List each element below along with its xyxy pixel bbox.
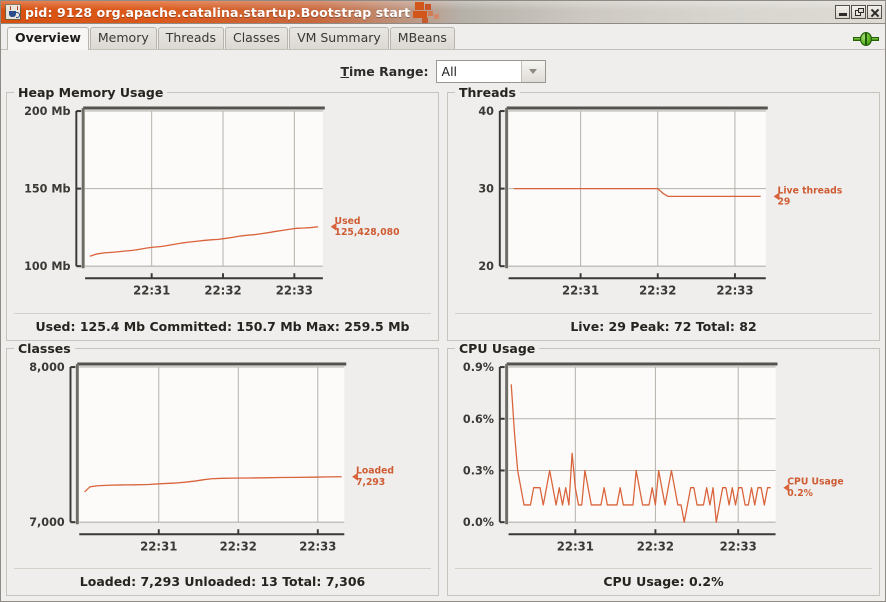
svg-text:22:31: 22:31	[133, 283, 170, 297]
tab-threads[interactable]: Threads	[157, 27, 224, 49]
svg-text:29: 29	[778, 196, 791, 207]
time-range-label-rest: ime Range:	[349, 64, 429, 79]
title-bar: pid: 9128 org.apache.catalina.startup.Bo…	[1, 1, 885, 24]
svg-text:0.6%: 0.6%	[463, 411, 495, 425]
svg-text:0.2%: 0.2%	[787, 487, 813, 498]
svg-text:8,000: 8,000	[29, 359, 64, 373]
threads-panel: Threads 20 30 40 22:31 22:32 22:33 Live thread…	[447, 85, 880, 341]
svg-text:7,000: 7,000	[29, 515, 64, 529]
tab-bar: Overview Memory Threads Classes VM Summa…	[1, 24, 885, 50]
charts-grid: Heap Memory Usage 100 Mb 150 Mb 200 Mb 22:3…	[6, 85, 880, 596]
java-cup-icon	[5, 4, 21, 20]
connection-plug-icon[interactable]	[853, 32, 879, 46]
svg-text:40: 40	[478, 104, 494, 118]
svg-text:22:31: 22:31	[562, 283, 599, 297]
time-range-label: Time Range:	[340, 64, 428, 79]
cpu-status: CPU Usage: 0.2%	[603, 574, 724, 589]
window-controls	[835, 5, 885, 19]
threads-status: Live: 29 Peak: 72 Total: 82	[570, 318, 757, 334]
svg-text:22:31: 22:31	[557, 539, 594, 553]
svg-text:7,293: 7,293	[356, 476, 385, 487]
threads-panel-title: Threads	[455, 85, 520, 100]
tab-memory[interactable]: Memory	[89, 27, 157, 49]
svg-text:0.9%: 0.9%	[463, 359, 495, 373]
heap-memory-usage-panel: Heap Memory Usage 100 Mb 150 Mb 200 Mb 22:3…	[6, 85, 439, 341]
heap-status: Used: 125.4 Mb Committed: 150.7 Mb Max: …	[35, 318, 410, 334]
heap-panel-title: Heap Memory Usage	[14, 85, 168, 100]
tab-overview[interactable]: Overview	[7, 27, 89, 50]
svg-text:CPU Usage: CPU Usage	[787, 476, 843, 487]
svg-text:22:33: 22:33	[276, 283, 313, 297]
classes-chart[interactable]: 7,000 8,000 22:31 22:32 22:33 Loaded 7,293	[13, 359, 432, 566]
svg-text:30: 30	[478, 181, 494, 195]
svg-text:0.3%: 0.3%	[463, 463, 495, 477]
classes-status: Loaded: 7,293 Unloaded: 13 Total: 7,306	[79, 574, 366, 589]
cpu-chart[interactable]: 0.0% 0.3% 0.6% 0.9% 22:31 22:32 22:33 CPU Usage…	[454, 359, 873, 566]
window-title: pid: 9128 org.apache.catalina.startup.Bo…	[25, 4, 411, 20]
time-range-mnemonic: T	[340, 64, 349, 79]
cpu-panel-title: CPU Usage	[455, 340, 540, 356]
time-range-value: All	[436, 61, 521, 82]
maximize-button[interactable]	[851, 5, 866, 19]
svg-text:22:33: 22:33	[299, 539, 336, 553]
tab-vm-summary[interactable]: VM Summary	[289, 27, 389, 49]
svg-text:200 Mb: 200 Mb	[24, 104, 70, 118]
classes-panel-title: Classes	[14, 340, 75, 356]
overview-panel: Time Range: All Heap Memory Usage 100 Mb…	[1, 49, 885, 601]
minimize-button[interactable]	[835, 5, 850, 19]
svg-text:100 Mb: 100 Mb	[24, 259, 70, 273]
threads-chart[interactable]: 20 30 40 22:31 22:32 22:33 Live threads 29	[454, 103, 873, 310]
tab-mbeans[interactable]: MBeans	[389, 27, 455, 49]
svg-text:150 Mb: 150 Mb	[24, 181, 70, 195]
svg-text:22:31: 22:31	[140, 539, 177, 553]
svg-text:22:33: 22:33	[716, 283, 753, 297]
svg-text:Live threads: Live threads	[778, 185, 843, 196]
svg-text:Used: Used	[335, 216, 361, 227]
svg-text:22:32: 22:32	[204, 283, 241, 297]
svg-text:22:33: 22:33	[720, 539, 757, 553]
heap-chart[interactable]: 100 Mb 150 Mb 200 Mb 22:31 22:32 22:33 Used 125…	[13, 103, 432, 310]
svg-text:125,428,080: 125,428,080	[335, 227, 400, 238]
svg-text:22:32: 22:32	[639, 283, 676, 297]
classes-panel: Classes 7,000 8,000 22:31 22:32 22:33 Loaded 7…	[6, 340, 439, 596]
time-range-combobox[interactable]: All	[435, 60, 546, 83]
svg-text:22:32: 22:32	[637, 539, 674, 553]
tab-classes[interactable]: Classes	[224, 27, 289, 49]
chevron-down-icon[interactable]	[520, 61, 545, 82]
svg-text:Loaded: Loaded	[356, 465, 394, 476]
title-decoration	[413, 1, 459, 23]
close-button[interactable]	[867, 5, 882, 19]
cpu-usage-panel: CPU Usage 0.0% 0.3% 0.6% 0.9% 22:31 22:32 22:3…	[447, 340, 880, 596]
svg-text:20: 20	[478, 259, 494, 273]
svg-text:22:32: 22:32	[220, 539, 257, 553]
svg-text:0.0%: 0.0%	[463, 515, 495, 529]
jconsole-window: pid: 9128 org.apache.catalina.startup.Bo…	[0, 0, 886, 602]
